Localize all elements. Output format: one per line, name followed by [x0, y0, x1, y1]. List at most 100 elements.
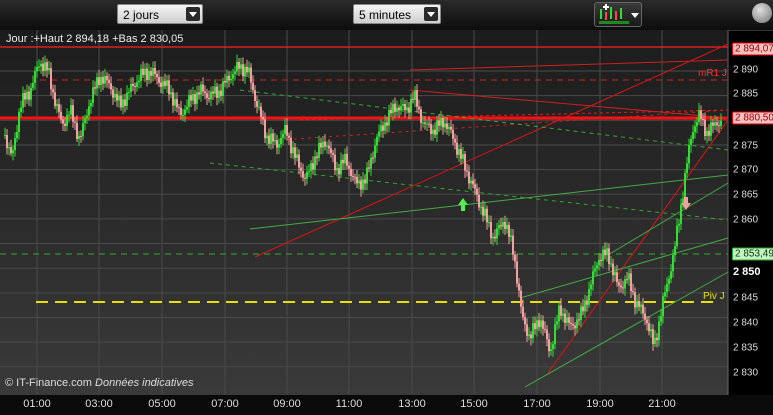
candle-body — [638, 301, 640, 307]
y-tick-label: 2 875 — [733, 140, 759, 152]
candle-body — [72, 105, 74, 122]
candle-body — [440, 117, 442, 126]
candle-body — [606, 248, 608, 256]
candle-body — [24, 93, 26, 100]
candle-body — [670, 271, 672, 279]
candle-body — [130, 83, 132, 92]
candle-body — [374, 145, 376, 158]
price-chart[interactable] — [0, 30, 773, 395]
candle-body — [424, 122, 426, 124]
candle-body — [432, 129, 434, 135]
candle-body — [392, 103, 394, 114]
candle-body — [344, 153, 346, 164]
candle-body — [70, 105, 72, 115]
candle-body — [214, 86, 216, 94]
candle-body — [58, 104, 60, 112]
candle-body — [248, 67, 250, 73]
candle-body — [178, 107, 180, 109]
candle-body — [380, 125, 382, 132]
candle-body — [626, 279, 628, 281]
candle-body — [146, 68, 148, 81]
window-control-button[interactable] — [752, 3, 772, 23]
interval-select[interactable]: 5 minutes — [353, 4, 441, 24]
candle-body — [338, 168, 340, 175]
candle-body — [376, 136, 378, 146]
candle-body — [578, 319, 580, 321]
candle-body — [570, 322, 572, 325]
candle-body — [540, 320, 542, 328]
candle-body — [202, 84, 204, 92]
candle-body — [300, 167, 302, 171]
candle-body — [28, 91, 30, 100]
pivot-level-label: Piv J — [703, 291, 725, 302]
candle-body — [632, 291, 634, 293]
candle-body — [388, 109, 390, 126]
candle-body — [170, 92, 172, 95]
candle-body — [140, 68, 142, 81]
candle-body — [662, 296, 664, 317]
x-tick-label: 11:00 — [335, 398, 363, 410]
x-tick-label: 15:00 — [460, 398, 488, 410]
candle-body — [676, 225, 678, 247]
candle-body — [40, 63, 42, 67]
drawing-tools-button[interactable] — [594, 2, 642, 27]
mr1-level-label: mR1 J — [698, 68, 727, 79]
chevron-down-icon[interactable] — [424, 7, 438, 21]
candle-body — [706, 130, 708, 136]
candle-body — [624, 279, 626, 289]
candle-body — [262, 116, 264, 120]
candle-body — [628, 273, 630, 280]
candle-body — [90, 102, 92, 107]
candle-body — [16, 132, 18, 139]
candle-body — [42, 63, 44, 71]
candle-body — [134, 85, 136, 88]
chevron-down-icon[interactable] — [186, 7, 200, 21]
candle-body — [282, 133, 284, 138]
candle-body — [184, 109, 186, 115]
candle-body — [286, 124, 288, 136]
candle-body — [716, 122, 718, 126]
candle-body — [308, 171, 310, 173]
candle-body — [270, 133, 272, 144]
candle-body — [62, 119, 64, 124]
candle-body — [702, 118, 704, 120]
candle-body — [240, 64, 242, 69]
candle-body — [430, 124, 432, 135]
period-select[interactable]: 2 jours — [117, 4, 203, 24]
x-tick-label: 21:00 — [648, 398, 676, 410]
y-tick-label: 2 845 — [733, 292, 759, 304]
candle-body — [672, 255, 674, 272]
candle-body — [244, 66, 246, 77]
candle-body — [516, 261, 518, 284]
candle-body — [480, 206, 482, 208]
candle-body — [572, 324, 574, 326]
candle-body — [532, 323, 534, 339]
candle-body — [96, 77, 98, 89]
y-tick-label: 2 835 — [733, 342, 759, 354]
candle-body — [280, 137, 282, 145]
candle-body — [468, 171, 470, 184]
candle-body — [320, 142, 322, 148]
candle-body — [34, 71, 36, 83]
candle-body — [330, 148, 332, 153]
candle-body — [160, 82, 162, 87]
candle-body — [472, 180, 474, 185]
candle-body — [364, 179, 366, 184]
candle-body — [658, 321, 660, 341]
candle-body — [64, 123, 66, 126]
candle-body — [14, 138, 16, 151]
candle-body — [360, 180, 362, 190]
candle-body — [94, 87, 96, 89]
candle-body — [648, 323, 650, 332]
candle-body — [576, 319, 578, 329]
candle-body — [368, 167, 370, 169]
candle-body — [10, 147, 12, 154]
candle-body — [36, 66, 38, 72]
candle-body — [228, 75, 230, 81]
candle-body — [504, 221, 506, 229]
candle-body — [88, 106, 90, 116]
candle-body — [518, 283, 520, 291]
candle-body — [442, 117, 444, 128]
candle-body — [614, 272, 616, 276]
candle-body — [242, 64, 244, 77]
